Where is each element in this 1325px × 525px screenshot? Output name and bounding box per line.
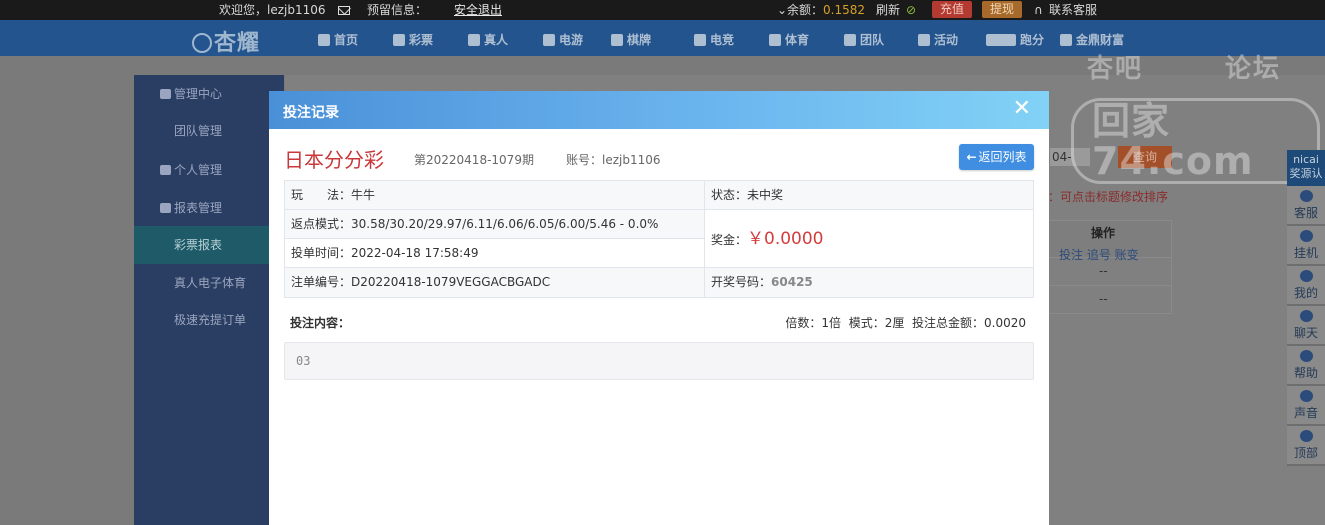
nav-item-activity[interactable]: 活动	[918, 31, 958, 48]
trophy-icon	[769, 34, 781, 46]
reserved-info: 预留信息：	[367, 3, 428, 17]
arrow-up-icon	[1299, 430, 1313, 442]
slots-icon	[543, 34, 555, 46]
prize-value: ￥0.0000	[747, 229, 824, 249]
sidebar-section-reports[interactable]: 报表管理	[134, 189, 284, 227]
tool-sound[interactable]: 声音	[1287, 386, 1325, 426]
withdraw-button[interactable]: 提现	[982, 1, 1023, 18]
tool-chat[interactable]: 聊天	[1287, 306, 1325, 346]
sidebar: 管理中心 团队管理 个人管理 报表管理 彩票报表 真人电子体育 极速充提订单	[134, 75, 284, 525]
sidebar-item-lottery-report[interactable]: 彩票报表	[134, 226, 284, 264]
tool-help[interactable]: 帮助	[1287, 346, 1325, 386]
info-icon	[1299, 350, 1313, 362]
modal-header: 投注记录 ✕	[269, 91, 1049, 129]
logo-icon	[192, 33, 212, 53]
lottery-icon	[393, 34, 405, 46]
chat-icon	[1299, 310, 1313, 322]
lottery-name: 日本分分彩	[284, 148, 384, 172]
user-icon	[160, 165, 171, 175]
op-header: 操作	[1091, 226, 1116, 240]
site-logo[interactable]: 杏耀	[192, 25, 260, 57]
tool-mine[interactable]: 我的	[1287, 266, 1325, 306]
close-icon[interactable]: ✕	[1013, 97, 1031, 121]
users-icon	[160, 89, 171, 99]
status-cell: 状态：未中奖	[705, 181, 1033, 210]
nicai-badge[interactable]: nicai 奖源认	[1287, 150, 1325, 186]
nav-item-slots[interactable]: 电游	[543, 31, 583, 48]
right-toolbar: nicai 奖源认 客服 挂机 我的 聊天 帮助 声音 顶部	[1287, 150, 1325, 466]
logout-link[interactable]: 安全退出	[454, 2, 502, 18]
headset-icon: ∩	[1034, 3, 1043, 17]
speaker-icon	[1299, 390, 1313, 402]
nav-item-team[interactable]: 团队	[844, 31, 884, 48]
table-row: --	[1040, 258, 1172, 286]
issue-number: 第20220418-1079期	[414, 153, 534, 167]
nav-item-esports[interactable]: 电竞	[694, 31, 734, 48]
sidebar-section-personal[interactable]: 个人管理	[134, 151, 284, 189]
cards-icon	[611, 34, 623, 46]
top-bar: 欢迎您，lezjb1106 预留信息： 安全退出 ⌄余额： 0.1582 刷新 …	[0, 0, 1325, 20]
nav-item-home[interactable]: 首页	[318, 31, 358, 48]
welcome-text: 欢迎您，lezjb1106	[219, 3, 326, 17]
recharge-button[interactable]: 充值	[932, 1, 973, 18]
bet-content-label: 投注内容：	[290, 316, 351, 330]
account-label: 账号：lezjb1106	[566, 153, 661, 167]
live-icon	[468, 34, 480, 46]
balance-value: 0.1582	[823, 3, 865, 17]
refresh-link[interactable]: 刷新	[876, 2, 900, 18]
user-icon	[1299, 270, 1313, 282]
draw-number-cell: 开奖号码：60425	[705, 268, 1033, 297]
tool-auto[interactable]: 挂机	[1287, 226, 1325, 266]
table-header: 操作 投注 追号 账变	[1040, 220, 1172, 262]
back-to-list-button[interactable]: ← 返回列表	[959, 144, 1034, 170]
play-cell: 玩 法：牛牛	[285, 181, 705, 210]
modal-title: 投注记录	[283, 105, 339, 121]
team-icon	[844, 34, 856, 46]
sidebar-item-fast-orders[interactable]: 极速充提订单	[134, 301, 284, 339]
nav-item-run[interactable]: 跑分	[986, 31, 1044, 48]
gamepad-icon	[694, 34, 706, 46]
coin-icon	[1060, 34, 1072, 46]
sidebar-item-team-management[interactable]: 团队管理	[134, 112, 284, 150]
nav-item-live[interactable]: 真人	[468, 31, 508, 48]
car-icon	[986, 34, 1016, 46]
sidebar-item-live-report[interactable]: 真人电子体育	[134, 264, 284, 302]
mail-icon[interactable]	[338, 2, 350, 18]
headset-icon	[1299, 190, 1313, 202]
order-no-cell: 注单编号：D20220418-1079VEGGACBGADC	[285, 268, 705, 297]
nav-item-cards[interactable]: 棋牌	[611, 31, 651, 48]
bet-content-box: 03	[284, 342, 1034, 380]
home-icon	[318, 34, 330, 46]
nav-item-sports[interactable]: 体育	[769, 31, 809, 48]
tool-top[interactable]: 顶部	[1287, 426, 1325, 466]
nav-item-lottery[interactable]: 彩票	[393, 31, 433, 48]
arrow-left-icon: ←	[966, 150, 977, 164]
watermark: 杏吧 论坛 回家74.com	[1065, 48, 1320, 184]
report-icon	[160, 203, 171, 213]
gift-icon	[918, 34, 930, 46]
eye-off-icon[interactable]: ⊘	[906, 2, 916, 18]
sidebar-section-management[interactable]: 管理中心	[134, 75, 284, 113]
diamond-icon	[1299, 230, 1313, 242]
bet-time-cell: 投单时间：2022-04-18 17:58:49	[285, 239, 705, 268]
tool-support[interactable]: 客服	[1287, 186, 1325, 226]
bet-info-table: 玩 法：牛牛 状态：未中奖 返点模式：30.58/30.20/29.97/6.1…	[284, 180, 1034, 298]
bet-meta: 倍数：1倍 模式：2厘 投注总金额：0.0020	[785, 316, 1026, 330]
balance-label: ⌄余额：	[777, 3, 824, 17]
sort-hint: ：可点击标题修改排序	[1048, 190, 1169, 204]
bet-record-modal: 投注记录 ✕ 日本分分彩 第20220418-1079期 账号：lezjb110…	[269, 91, 1049, 525]
table-row: --	[1040, 286, 1172, 314]
nav-item-fortune[interactable]: 金鼎财富	[1060, 31, 1124, 48]
prize-cell: 奖金：￥0.0000	[705, 210, 1033, 268]
rebate-cell: 返点模式：30.58/30.20/29.97/6.11/6.06/6.05/6.…	[285, 210, 705, 239]
support-link[interactable]: 联系客服	[1049, 2, 1097, 18]
